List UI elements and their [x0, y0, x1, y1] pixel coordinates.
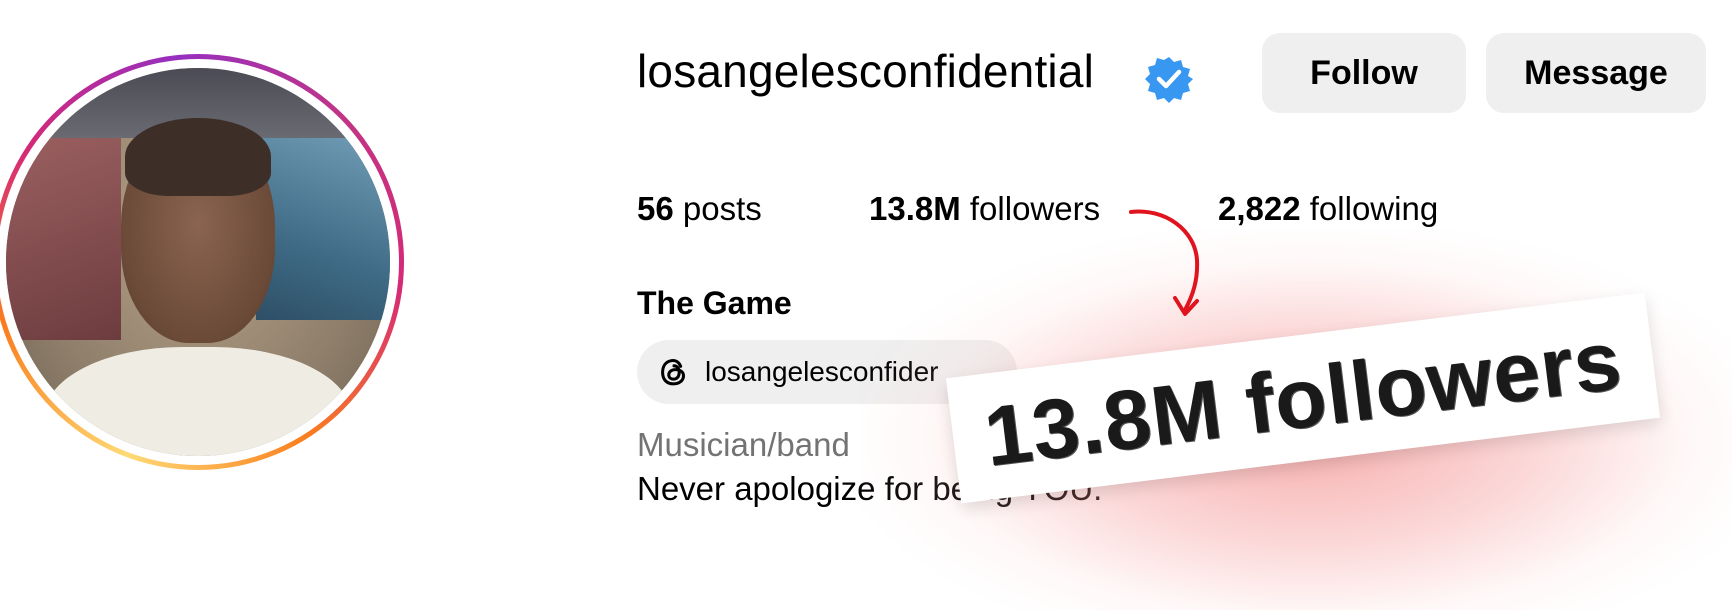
- zoomed-followers-callout: 13.8M followers: [945, 292, 1661, 504]
- zoomed-followers-text: 13.8M followers: [979, 311, 1627, 484]
- posts-label: posts: [682, 190, 762, 227]
- photo-hair: [125, 118, 271, 197]
- threads-handle: losangelesconfider: [705, 356, 939, 387]
- profile-category: Musician/band: [637, 426, 850, 463]
- followers-count: 13.8M: [869, 190, 961, 227]
- stat-following[interactable]: 2,822 following: [1218, 190, 1438, 228]
- followers-label: followers: [969, 190, 1101, 227]
- threads-icon: [661, 358, 686, 386]
- follow-button[interactable]: Follow: [1262, 33, 1466, 113]
- following-count: 2,822: [1218, 190, 1301, 227]
- posts-count: 56: [637, 190, 674, 227]
- stat-followers[interactable]: 13.8M followers: [869, 190, 1100, 228]
- avatar[interactable]: [6, 68, 390, 456]
- photo-shirt: [44, 347, 352, 456]
- following-label: following: [1309, 190, 1439, 227]
- profile-username: losangelesconfidential: [637, 45, 1095, 97]
- stat-posts: 56 posts: [637, 190, 762, 228]
- verified-badge-icon: [1145, 57, 1193, 103]
- red-arrow-icon: [1129, 209, 1200, 316]
- avatar-story-ring[interactable]: [0, 54, 404, 470]
- profile-full-name: The Game: [637, 285, 792, 321]
- message-button[interactable]: Message: [1486, 33, 1706, 113]
